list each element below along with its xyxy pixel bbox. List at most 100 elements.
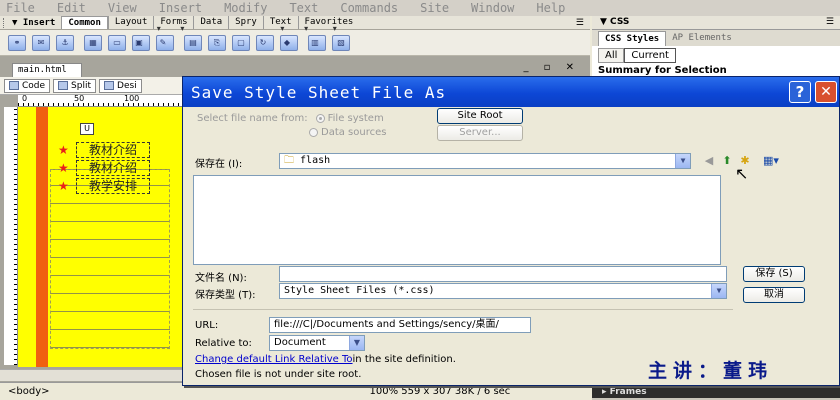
change-default-suffix: in the site definition. (352, 354, 456, 365)
design-icon (104, 81, 115, 90)
table-icon[interactable]: ▦ (84, 34, 102, 51)
view-menu-icon[interactable]: ▦▾ (757, 154, 785, 168)
file-list[interactable] (193, 175, 721, 265)
nav-item[interactable]: ★ 教材介绍 (58, 141, 170, 159)
templates-icon[interactable]: ▥ (308, 34, 326, 51)
code-view-button[interactable]: Code (4, 78, 51, 93)
save-in-label: 保存在 (I): (195, 159, 243, 170)
insert-bar: ▼ Insert Common Layout Forms Data Spry T… (0, 16, 590, 30)
chevron-down-icon[interactable]: ▼ (349, 336, 364, 350)
save-button[interactable]: 保存 (S) (743, 266, 805, 282)
filesystem-radio[interactable] (315, 113, 325, 123)
menu-window[interactable]: Window (471, 1, 514, 15)
dialog-titlebar[interactable]: Save Style Sheet File As (183, 77, 839, 107)
menu-insert[interactable]: Insert (159, 1, 202, 15)
insert-bar-title[interactable]: ▼ Insert (12, 18, 55, 28)
common-toolbar: ⚭ ✉ ⚓ ▦ ▭ ▣ ✎ ▤ ⎘ ▢ ↻ ◆ ▥ ▧ (0, 30, 590, 56)
back-icon[interactable]: ◀ (701, 154, 717, 168)
menu-modify[interactable]: Modify (224, 1, 267, 15)
server-button[interactable]: Server... (437, 125, 523, 141)
tab-css-styles[interactable]: CSS Styles (598, 31, 667, 46)
relative-select[interactable]: Document ▼ (269, 335, 365, 351)
site-root-note: Chosen file is not under site root. (195, 369, 362, 380)
datasources-radio[interactable] (309, 128, 318, 137)
chevron-down-icon[interactable]: ▼ (711, 284, 726, 298)
cancel-button[interactable]: 取消 (743, 287, 805, 303)
star-icon: ★ (58, 161, 69, 175)
panel-options-icon[interactable]: ☰ (826, 16, 834, 29)
image-icon[interactable]: ▣ (132, 34, 150, 51)
tab-layout[interactable]: Layout (107, 16, 154, 29)
help-button[interactable]: ? (789, 81, 811, 103)
head-icon[interactable]: ↻ (256, 34, 274, 51)
url-label: URL: (195, 320, 219, 331)
ruler-mark: 100 (124, 94, 140, 103)
filetype-label: 保存类型 (T): (195, 290, 256, 301)
menu-text[interactable]: Text (289, 1, 318, 15)
divider (193, 309, 733, 310)
css-mode-buttons: All Current (592, 46, 840, 64)
change-default-link[interactable]: Change default Link Relative To (195, 354, 353, 365)
current-button[interactable]: Current (624, 47, 676, 63)
site-root-button[interactable]: Site Root (437, 108, 523, 124)
server-side-include-icon[interactable]: ⎘ (208, 34, 226, 51)
tag-selector[interactable]: <body> (8, 386, 50, 397)
tag-chooser-icon[interactable]: ▧ (332, 34, 350, 51)
table-grid (50, 169, 170, 349)
panel-options-icon[interactable]: ☰ (576, 18, 584, 28)
url-field[interactable]: file:///C|/Documents and Settings/sency/… (269, 317, 531, 333)
nav-item-label: 教材介绍 (76, 142, 151, 158)
nav-item[interactable]: ★ 教材介绍 (58, 159, 170, 177)
css-panel-tabs: CSS Styles AP Elements (592, 30, 840, 46)
menu-help[interactable]: Help (536, 1, 565, 15)
document-tab[interactable]: main.html (12, 63, 82, 77)
split-view-label: Split (71, 80, 92, 91)
filename-input[interactable] (279, 266, 727, 282)
close-button[interactable]: ✕ (815, 81, 837, 103)
filetype-select[interactable]: Style Sheet Files (*.css) ▼ (279, 283, 727, 299)
select-from-row: Select file name from: File system (197, 113, 384, 124)
tab-spry[interactable]: Spry (228, 16, 263, 29)
menu-commands[interactable]: Commands (340, 1, 398, 15)
media-icon[interactable]: ✎ (156, 34, 174, 51)
email-link-icon[interactable]: ✉ (32, 34, 50, 51)
folder-icon: 🗀 (284, 155, 294, 166)
menu-file[interactable]: File (6, 1, 35, 15)
css-panel-title: ▼ CSS (600, 17, 630, 27)
document-window-controls[interactable]: _ ▫ ✕ (523, 62, 580, 73)
design-canvas[interactable]: U ★ 教材介绍 ★ 教材介绍 ★ 教学安排 (18, 107, 190, 367)
datasources-label: Data sources (321, 127, 387, 138)
menu-site[interactable]: Site (420, 1, 449, 15)
named-anchor-icon[interactable]: ⚓ (56, 34, 74, 51)
split-view-button[interactable]: Split (53, 78, 97, 93)
datasources-option[interactable]: Data sources (309, 127, 386, 138)
hyperlink-icon[interactable]: ⚭ (8, 34, 26, 51)
tab-ap-elements[interactable]: AP Elements (666, 31, 738, 46)
tab-data[interactable]: Data (193, 16, 228, 29)
horizontal-scrollbar[interactable] (0, 369, 190, 381)
up-folder-icon[interactable]: ⬆ (719, 154, 735, 168)
script-icon[interactable]: ◆ (280, 34, 298, 51)
comment-icon[interactable]: ▢ (232, 34, 250, 51)
relative-value: Document (274, 337, 326, 348)
grip-handle[interactable] (3, 17, 9, 28)
save-stylesheet-dialog: Save Style Sheet File As ? ✕ Select file… (182, 76, 840, 386)
filesystem-option[interactable]: File system (315, 113, 384, 124)
filetype-value: Style Sheet Files (*.css) (284, 285, 435, 296)
tab-common[interactable]: Common (61, 16, 108, 29)
design-view-button[interactable]: Desi (99, 78, 142, 93)
save-in-select[interactable]: 🗀 flash ▼ (279, 153, 691, 169)
status-info: 100% 559 x 307 38K / 6 sec (369, 386, 511, 397)
code-icon (9, 81, 19, 90)
menu-edit[interactable]: Edit (57, 1, 86, 15)
nav-item-label: 教材介绍 (76, 160, 151, 176)
menu-view[interactable]: View (108, 1, 137, 15)
frames-panel-header[interactable]: ▸ Frames (592, 386, 840, 398)
date-icon[interactable]: ▤ (184, 34, 202, 51)
chevron-down-icon[interactable]: ▼ (675, 154, 690, 168)
vertical-ruler (4, 107, 18, 365)
css-panel-header[interactable]: ▼ CSS ☰ (592, 16, 840, 30)
nav-item[interactable]: ★ 教学安排 (58, 177, 170, 195)
all-button[interactable]: All (598, 47, 625, 63)
div-icon[interactable]: ▭ (108, 34, 126, 51)
